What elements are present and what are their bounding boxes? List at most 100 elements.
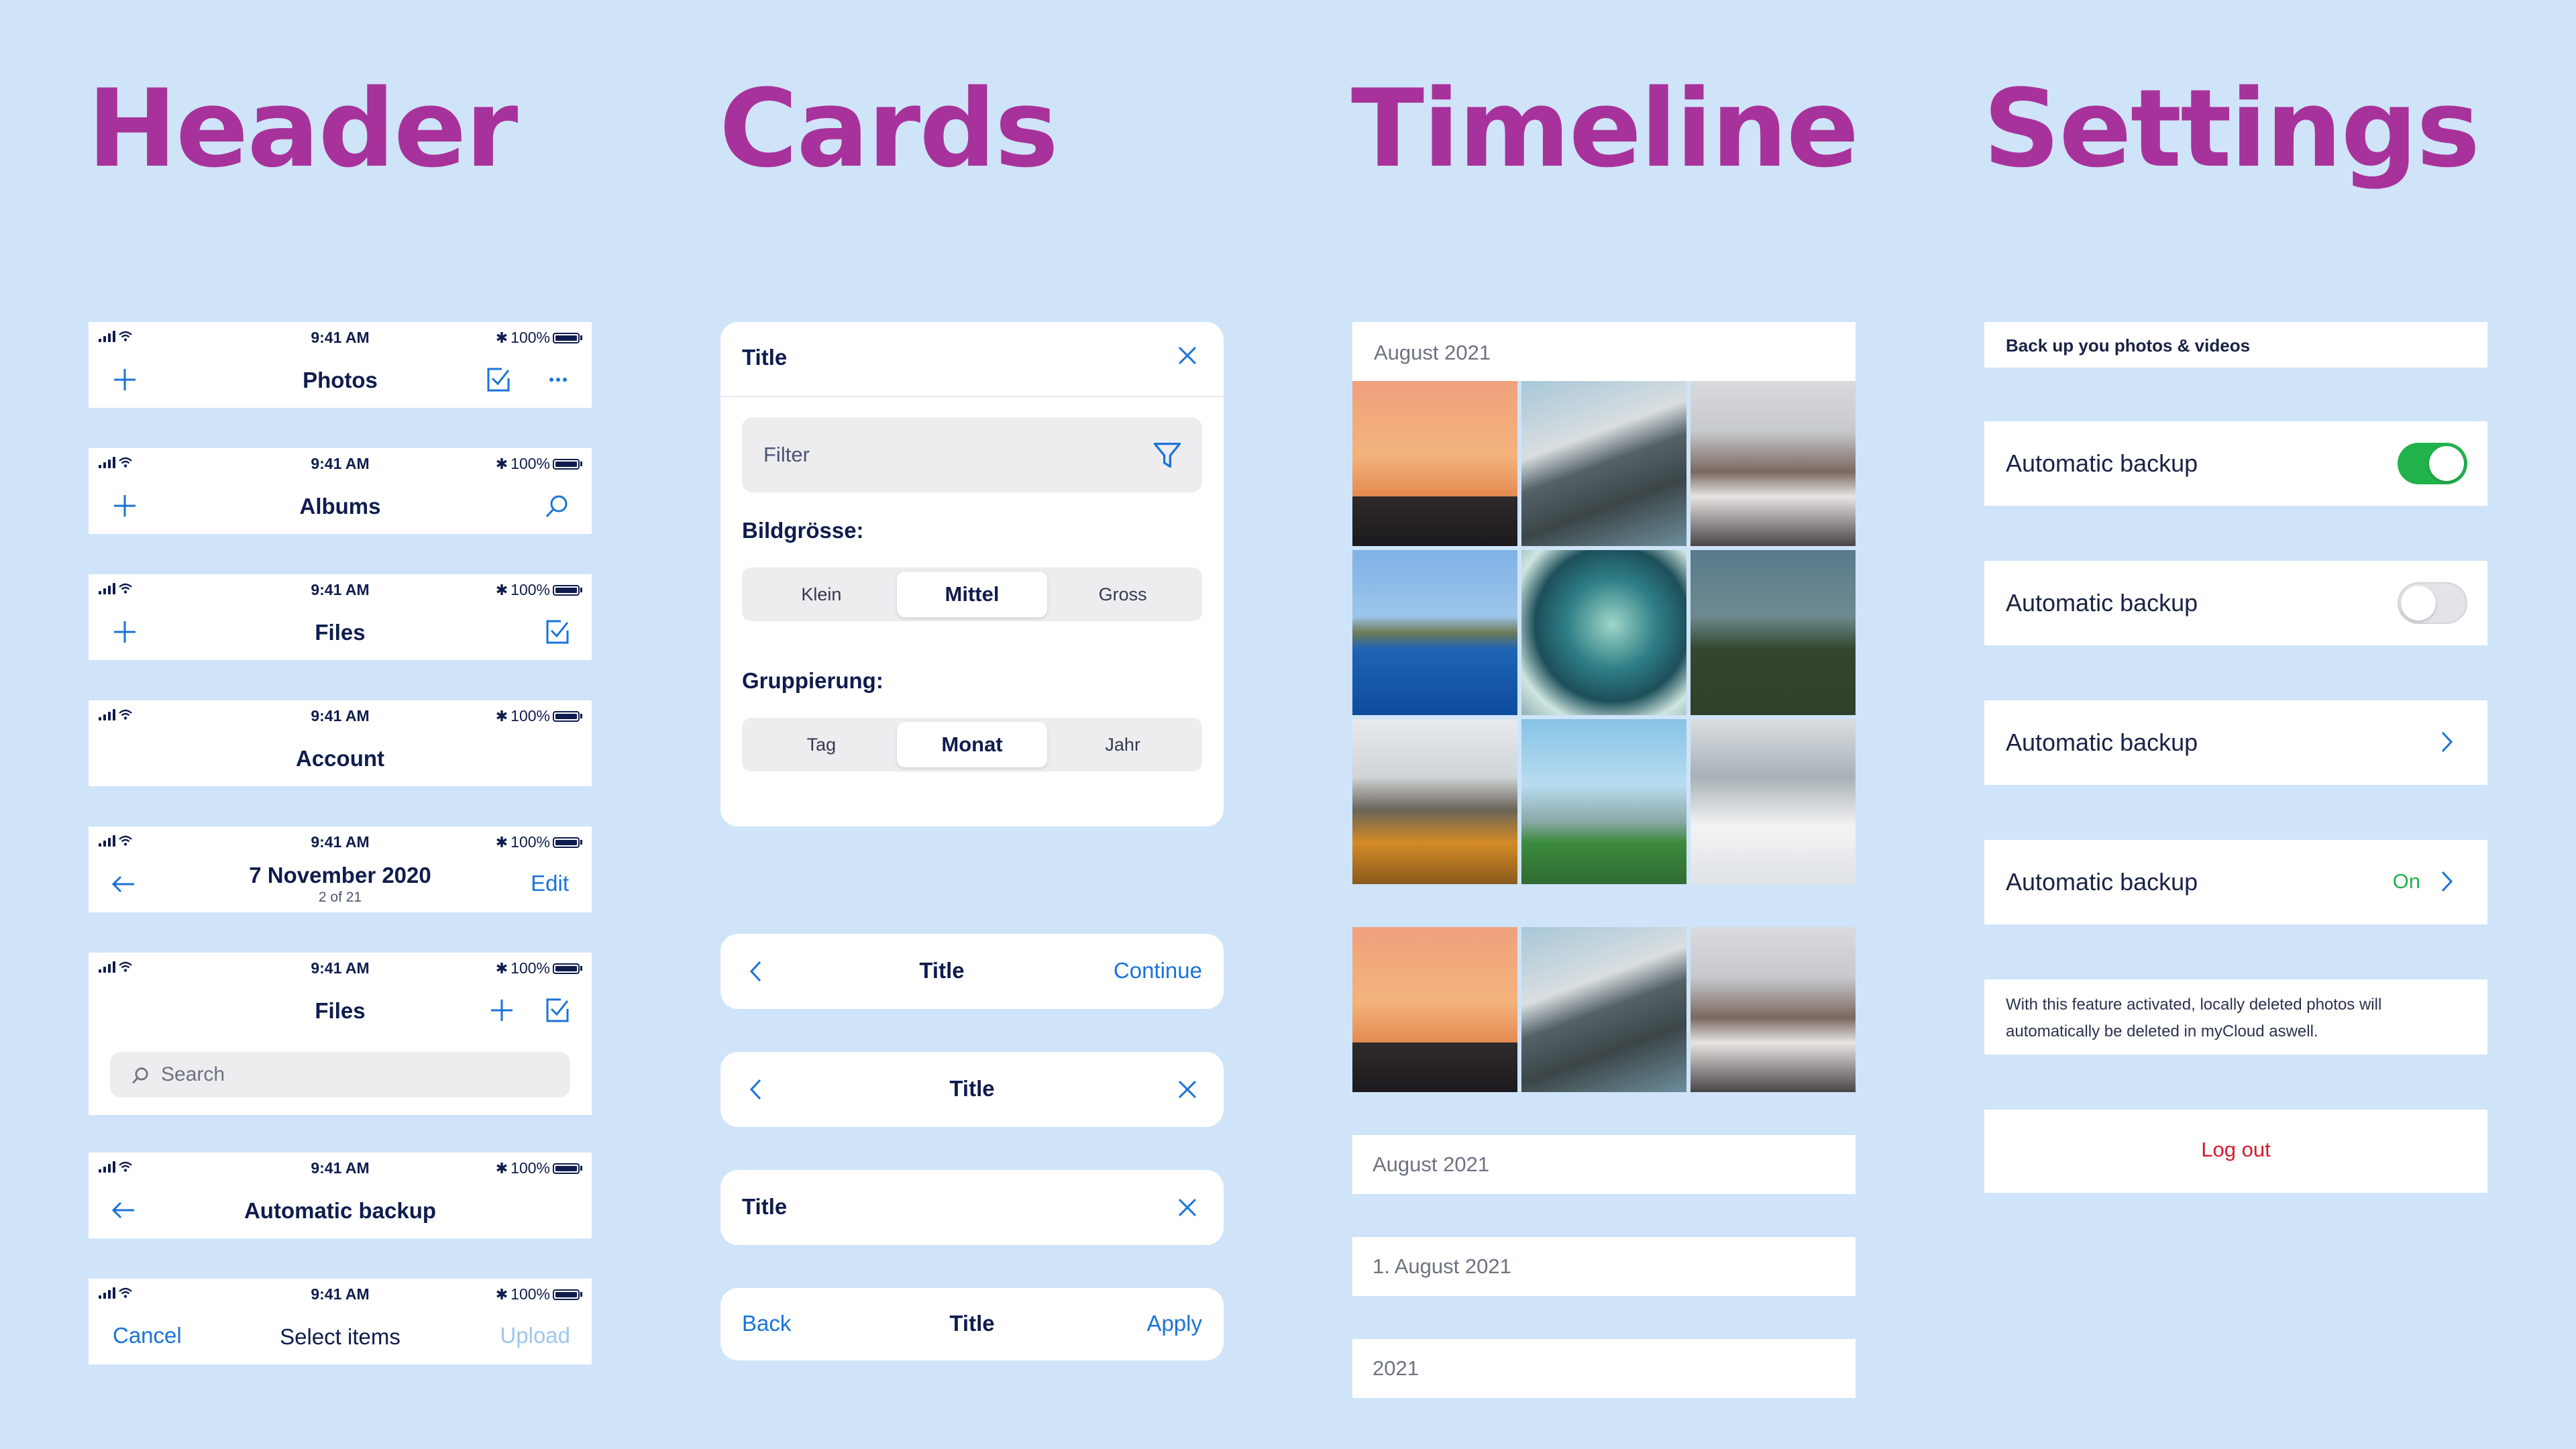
apply-button[interactable]: Apply	[1146, 1311, 1202, 1336]
nav-title: Files	[315, 620, 366, 645]
setting-row-chevron[interactable]: Automatic backup	[1984, 700, 2487, 785]
setting-row-toggle-on[interactable]: Automatic backup	[1984, 421, 2487, 506]
card-title: Title	[742, 345, 788, 370]
nav-title: Account	[296, 746, 384, 771]
setting-row-value[interactable]: Automatic backup On	[1984, 840, 2487, 924]
mountain-lake-photo[interactable]	[1521, 381, 1686, 546]
heading-settings: Settings	[1983, 66, 2480, 191]
island-photo[interactable]	[1352, 550, 1517, 715]
green-field-photo[interactable]	[1521, 719, 1686, 884]
snowy-peak-photo[interactable]	[1690, 927, 1856, 1092]
select-checkbox-icon[interactable]	[542, 996, 572, 1025]
setting-label: Automatic backup	[2006, 449, 2198, 477]
more-icon[interactable]	[543, 365, 573, 394]
segment-monat[interactable]: Monat	[896, 722, 1048, 767]
forest-meadow-photo[interactable]	[1690, 550, 1856, 715]
settings-section-header: Back up you photos & videos	[1984, 322, 2487, 368]
battery-percent: 100%	[511, 581, 550, 598]
header-files: 9:41 AM ✱ 100% Files	[89, 574, 592, 660]
mountain-lake-photo[interactable]	[1521, 927, 1686, 1092]
card-header-continue: Title Continue	[720, 934, 1224, 1009]
snowy-peak-photo[interactable]	[1690, 381, 1856, 546]
segment-tag[interactable]: Tag	[746, 722, 897, 767]
surfer-wave-photo[interactable]	[1521, 550, 1686, 715]
header-albums: 9:41 AM ✱ 100% Albums	[89, 448, 592, 534]
segment-klein[interactable]: Klein	[746, 572, 897, 617]
close-icon[interactable]	[1173, 1075, 1202, 1104]
battery-icon	[553, 332, 580, 343]
timeline-month-header: August 2021	[1352, 322, 1856, 381]
battery-percent: 100%	[511, 1285, 550, 1303]
toggle-switch-on[interactable]	[2398, 443, 2467, 484]
battery-percent: 100%	[511, 329, 550, 346]
battery-percent: 100%	[511, 959, 550, 977]
edit-button[interactable]: Edit	[531, 871, 569, 896]
heading-timeline: Timeline	[1351, 66, 1859, 191]
battery-percent: 100%	[511, 833, 550, 851]
nav-title: Photos	[303, 368, 378, 392]
size-label: Bildgrösse:	[742, 518, 864, 543]
close-icon[interactable]	[1173, 1193, 1202, 1222]
bluetooth-icon: ✱	[495, 1159, 508, 1177]
select-checkbox-icon[interactable]	[483, 365, 513, 394]
timeline-bar-month: August 2021	[1352, 1135, 1856, 1194]
card-title: Title	[742, 1194, 788, 1219]
logout-row[interactable]: Log out	[1984, 1110, 2487, 1193]
battery-icon	[553, 1163, 580, 1174]
status-bar: 9:41 AM ✱ 100%	[89, 1152, 592, 1182]
group-segmented-control: Tag Monat Jahr	[742, 718, 1202, 771]
coast-grass-photo[interactable]	[1352, 719, 1517, 884]
month-label: August 2021	[1374, 341, 1491, 364]
status-bar: 9:41 AM ✱ 100%	[89, 448, 592, 478]
status-bar: 9:41 AM ✱ 100%	[89, 574, 592, 604]
header-automatic-backup: 9:41 AM ✱ 100% Automatic backup	[89, 1152, 592, 1238]
battery-icon	[553, 710, 580, 722]
card-header-back-close: Title	[720, 1052, 1224, 1127]
header-photo-detail: 9:41 AM ✱ 100% 7 November 2020 2 of 21 Ed…	[89, 826, 592, 912]
card-header-back-apply: Back Title Apply	[720, 1288, 1224, 1360]
chevron-right-icon	[2431, 867, 2461, 896]
segment-jahr[interactable]: Jahr	[1047, 722, 1198, 767]
search-icon[interactable]	[542, 491, 572, 521]
setting-label: Automatic backup	[2006, 729, 2198, 756]
upload-button[interactable]: Upload	[500, 1323, 570, 1348]
timeline-bar-day: 1. August 2021	[1352, 1237, 1856, 1296]
search-input[interactable]: Search	[110, 1052, 570, 1097]
bluetooth-icon: ✱	[495, 1285, 508, 1303]
setting-label: Automatic backup	[2006, 868, 2198, 896]
heading-cards: Cards	[719, 66, 1059, 191]
nav-title: Automatic backup	[244, 1198, 437, 1223]
nav-subtitle: 2 of 21	[318, 890, 362, 905]
battery-icon	[553, 837, 580, 848]
nav-title: Albums	[299, 494, 381, 519]
segment-gross[interactable]: Gross	[1047, 572, 1198, 617]
battery-icon	[553, 963, 580, 974]
sunset-photo[interactable]	[1352, 381, 1517, 546]
timeline-bar-year: 2021	[1352, 1339, 1856, 1398]
bluetooth-icon: ✱	[495, 707, 508, 724]
add-icon[interactable]	[487, 996, 517, 1025]
info-text: With this feature activated, locally del…	[2006, 996, 2382, 1040]
divider	[720, 396, 1224, 397]
segment-mittel[interactable]: Mittel	[896, 572, 1048, 617]
toggle-switch-off[interactable]	[2398, 582, 2467, 624]
card-header-close: Title	[720, 1170, 1224, 1245]
sunset-photo[interactable]	[1352, 927, 1517, 1092]
bluetooth-icon: ✱	[495, 833, 508, 851]
continue-button[interactable]: Continue	[1114, 958, 1202, 983]
filter-input[interactable]: Filter	[742, 417, 1202, 492]
logout-button[interactable]: Log out	[1984, 1138, 2487, 1162]
header-account: 9:41 AM ✱ 100% Account	[89, 700, 592, 786]
size-segmented-control: Klein Mittel Gross	[742, 568, 1202, 621]
search-icon	[132, 1067, 148, 1084]
bluetooth-icon: ✱	[495, 329, 508, 346]
close-icon[interactable]	[1173, 341, 1202, 370]
battery-icon	[553, 458, 580, 470]
status-bar: 9:41 AM ✱ 100%	[89, 700, 592, 730]
card-title: Title	[949, 1076, 995, 1101]
snowy-forest-photo[interactable]	[1690, 719, 1856, 884]
setting-row-toggle-off[interactable]: Automatic backup	[1984, 561, 2487, 645]
select-checkbox-icon[interactable]	[542, 617, 572, 647]
filter-funnel-icon[interactable]	[1151, 439, 1183, 471]
header-photos: 9:41 AM ✱ 100% Photos	[89, 322, 592, 408]
